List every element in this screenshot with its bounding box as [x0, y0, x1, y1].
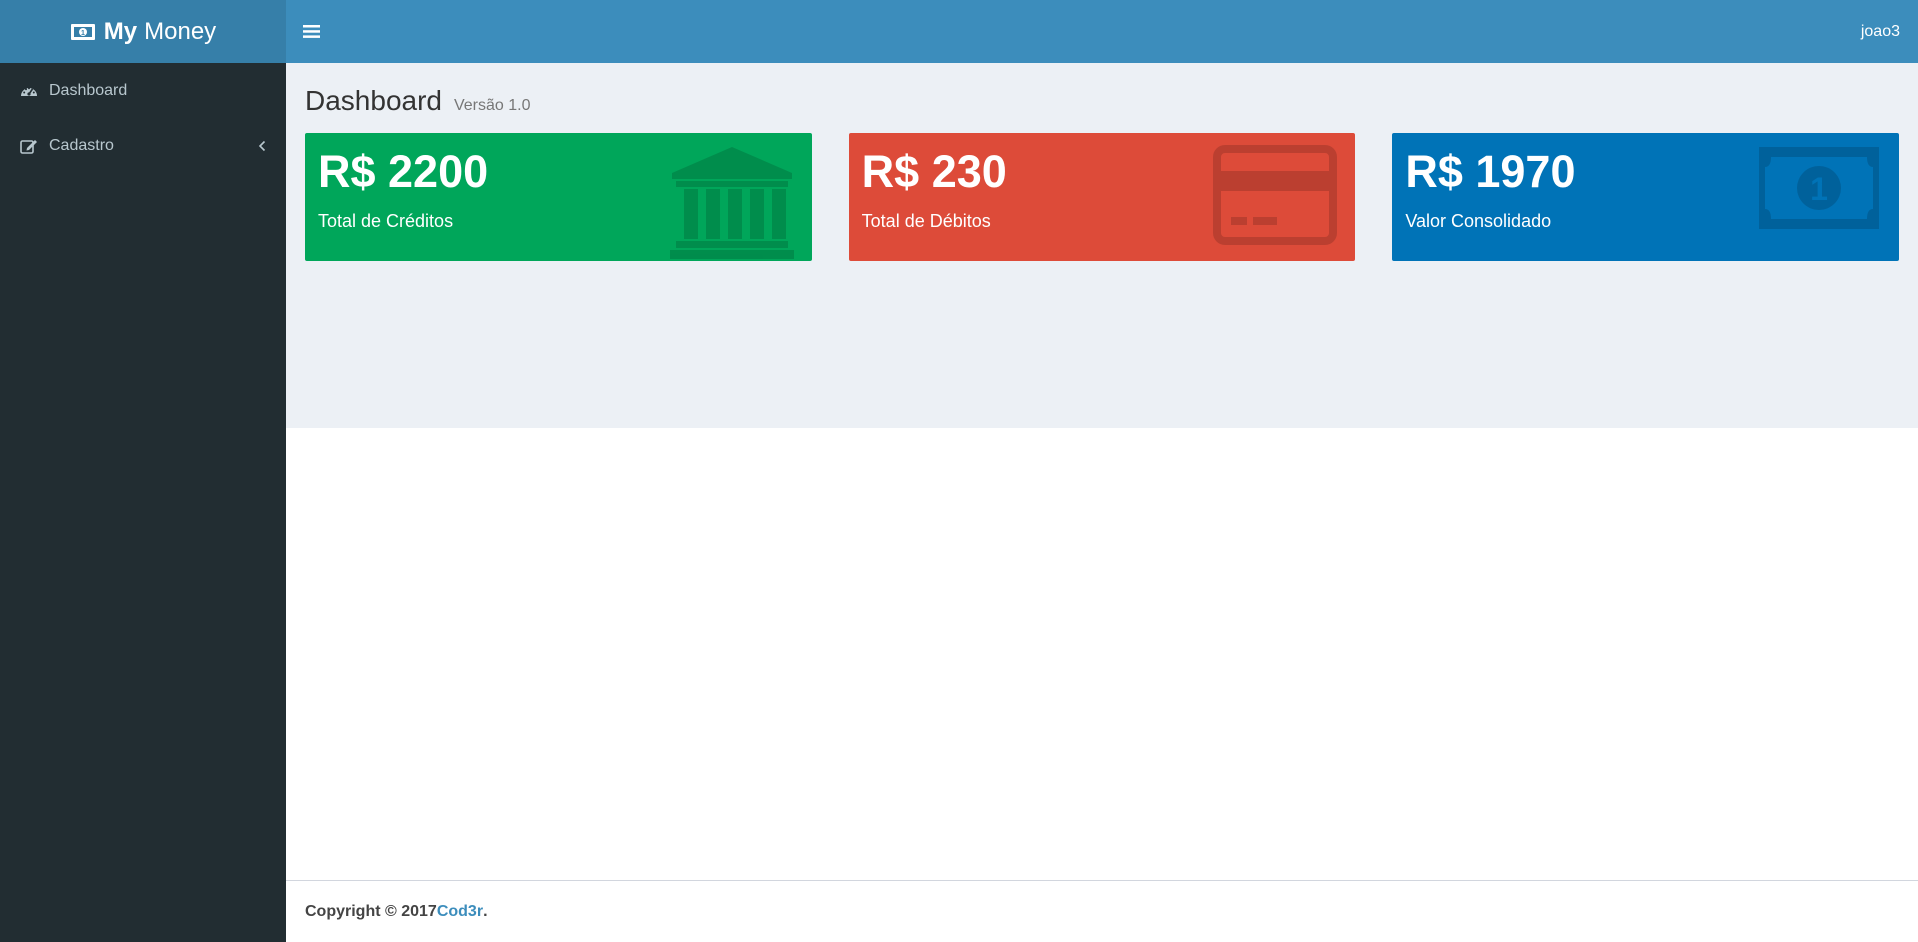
svg-text:1: 1 [1810, 171, 1828, 207]
sidebar: 1 My Money Dashboard Cadastro [0, 0, 286, 942]
sidebar-item-label: Cadastro [49, 136, 114, 154]
footer-copyright: Copyright © 2017 [305, 902, 437, 920]
sidebar-item-dashboard[interactable]: Dashboard [0, 63, 286, 118]
content-wrapper: Dashboard Versão 1.0 R$ 2200 Total de Cr… [286, 63, 1918, 428]
logo-light-text: Money [144, 17, 217, 45]
svg-text:1: 1 [81, 30, 85, 37]
user-menu[interactable]: joao3 [1861, 23, 1900, 41]
page-subtitle: Versão 1.0 [453, 97, 531, 114]
sidebar-item-cadastro[interactable]: Cadastro [0, 118, 286, 173]
footer-suffix: . [483, 902, 488, 920]
money-icon: 1 [70, 23, 96, 41]
footer: Copyright © 2017 Cod3r . [286, 880, 1918, 942]
debits-box: R$ 230 Total de Débitos [848, 133, 1356, 261]
summary-boxes: R$ 2200 Total de Créditos R$ 230 Total d… [305, 133, 1900, 261]
app-root: 1 My Money Dashboard Cadastro joao3 Dash… [0, 0, 1918, 942]
credits-box: R$ 2200 Total de Créditos [305, 133, 812, 261]
money-icon: 1 [1757, 145, 1881, 236]
content-header: Dashboard Versão 1.0 [305, 63, 1899, 133]
footer-link[interactable]: Cod3r [437, 903, 483, 921]
logo-bold-text: My [103, 17, 138, 45]
chevron-left-icon [254, 140, 266, 152]
sidebar-item-label: Dashboard [49, 81, 128, 99]
sidebar-toggle-button[interactable] [303, 24, 320, 39]
bank-icon [669, 145, 794, 261]
edit-icon [20, 137, 40, 155]
sidebar-menu: Dashboard Cadastro [0, 63, 286, 173]
dashboard-icon [20, 82, 40, 100]
logo[interactable]: 1 My Money [0, 0, 286, 63]
page-title: Dashboard [305, 85, 442, 116]
consolidated-box: R$ 1970 Valor Consolidado 1 [1392, 133, 1900, 261]
top-navbar: joao3 [286, 0, 1918, 63]
credit-card-icon [1213, 145, 1338, 250]
hamburger-icon [303, 25, 320, 38]
